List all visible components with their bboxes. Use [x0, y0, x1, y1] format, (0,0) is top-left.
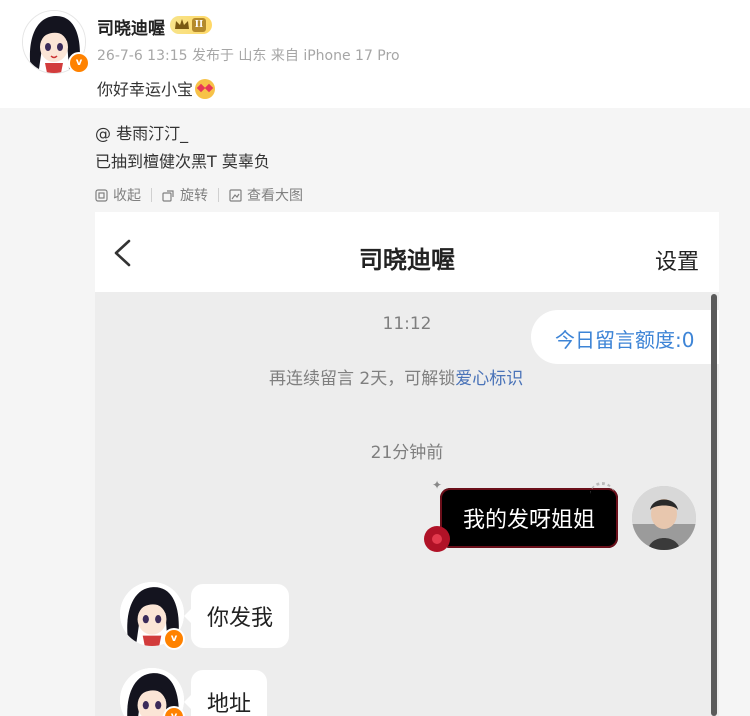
chat-title: 司晓迪喔	[359, 246, 455, 274]
collect-label: 收起	[113, 188, 141, 204]
rotate-icon	[162, 189, 174, 202]
member-level: II	[192, 18, 206, 32]
post-header: v 司晓迪喔 II 26-7-6 13:15 发布于 山东 来自 iPhone …	[0, 0, 750, 108]
rotate-button[interactable]: 旋转	[162, 185, 208, 205]
view-large-label: 查看大图	[247, 188, 303, 204]
quota-pill: 今日留言额度:0	[531, 310, 719, 364]
sender-avatar	[632, 486, 696, 550]
verified-icon: v	[163, 628, 185, 650]
image-toolbar: 收起 旋转 查看大图	[95, 185, 303, 205]
retweet-text: 已抽到檀健次黑T 莫辜负	[95, 152, 270, 171]
chat-settings: 设置	[655, 250, 700, 275]
outgoing-message-bubble: ✦ 我的发呀姐姐	[424, 478, 618, 552]
incoming-message-bubble: 你发我	[183, 584, 290, 648]
post-text: 你好幸运小宝	[97, 76, 216, 100]
unlock-prefix: 再连续留言 2天，可解锁	[269, 369, 456, 389]
outgoing-message-text: 我的发呀姐姐	[462, 508, 595, 533]
view-large-icon	[229, 188, 242, 202]
unlock-link: 爱心标识	[455, 369, 524, 389]
boy-avatar-image	[632, 486, 696, 550]
view-large-button[interactable]: 查看大图	[229, 185, 303, 205]
chat-header: 司晓迪喔 设置	[95, 212, 719, 292]
chat-screenshot-image[interactable]: 司晓迪喔 设置 11:12 今日留言额度:0 再连续留言 2天，可解锁爱心标识 …	[95, 212, 719, 716]
rose-decoration-icon	[424, 526, 450, 552]
toolbar-divider	[218, 188, 219, 202]
heart-eyes-emoji-icon	[195, 79, 216, 99]
retweet-user[interactable]: @ 巷雨汀汀_	[95, 120, 188, 144]
incoming-message-bubble: 地址	[183, 670, 268, 716]
post-text-content: 你好幸运小宝	[97, 80, 194, 99]
sparkle-icon: ✦	[432, 478, 443, 492]
author-name[interactable]: 司晓迪喔	[97, 14, 165, 39]
post-meta: 26-7-6 13:15 发布于 山东 来自 iPhone 17 Pro	[97, 48, 400, 64]
toolbar-divider	[151, 188, 152, 202]
crown-icon	[175, 19, 189, 29]
retweet-card: @ 巷雨汀汀_ 已抽到檀健次黑T 莫辜负 收起 旋转 查看大图 司晓迪喔 设置 …	[0, 108, 750, 716]
chat-timestamp-relative: 21分钟前	[370, 443, 444, 463]
collect-icon	[95, 188, 108, 202]
crown-badge-icon[interactable]: II	[170, 16, 212, 34]
verified-icon: v	[68, 52, 90, 74]
unlock-notice: 再连续留言 2天，可解锁爱心标识	[269, 364, 523, 389]
incoming-message-text: 地址	[207, 692, 252, 716]
incoming-message-text: 你发我	[207, 606, 274, 631]
collect-button[interactable]: 收起	[95, 185, 141, 205]
quota-text: 今日留言额度:0	[555, 328, 695, 352]
pearl-decoration-icon	[590, 482, 614, 497]
rotate-label: 旋转	[180, 188, 208, 204]
chat-scrollbar	[711, 294, 717, 716]
